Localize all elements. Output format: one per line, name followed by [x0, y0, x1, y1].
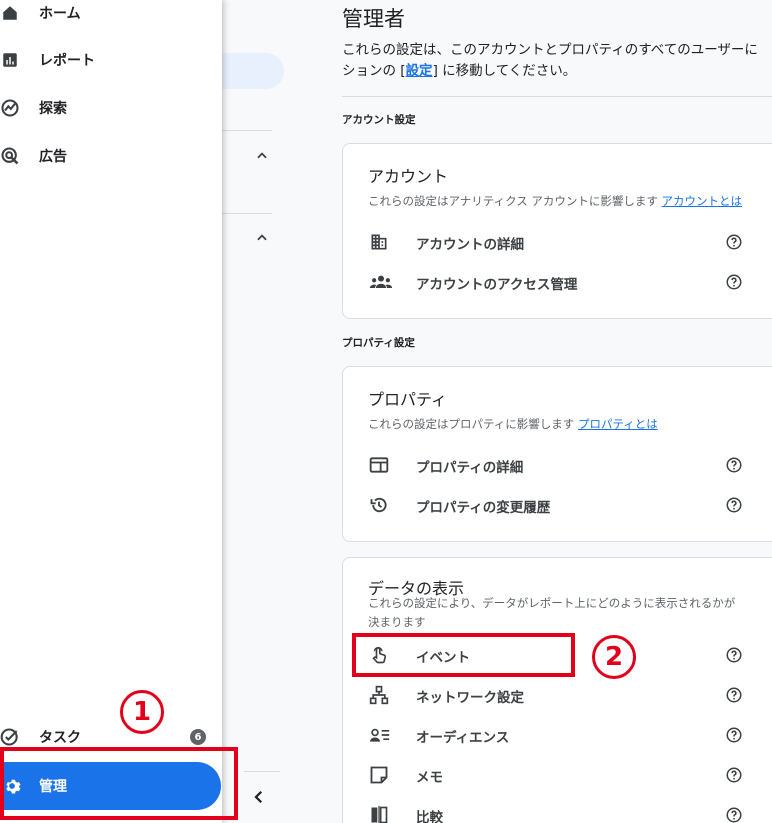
home-icon: [0, 3, 20, 23]
note-icon: [369, 765, 389, 785]
selected-item-highlight[interactable]: [212, 53, 284, 89]
account-settings-heading: アカウント設定: [342, 114, 416, 126]
card-description: これらの設定はアナリティクス アカウントに影響します アカウントとは: [368, 194, 743, 208]
nav-item-advertising[interactable]: 広告: [0, 138, 67, 174]
property-card: プロパティ これらの設定はプロパティに影響します プロパティとは プロパティの詳…: [342, 366, 772, 542]
divider: [222, 130, 272, 131]
card-description: これらの設定はプロパティに影響します プロパティとは: [368, 417, 658, 431]
left-navigation: ホーム レポート 探索 広告 タスク 6 管理: [0, 0, 222, 823]
annotation-step-1: 1: [120, 690, 164, 734]
page-title: 管理者: [342, 7, 405, 31]
what-is-account-link[interactable]: アカウントとは: [662, 194, 743, 208]
nav-item-explore[interactable]: 探索: [0, 90, 67, 126]
nav-item-label: 広告: [39, 149, 67, 165]
property-change-history-row[interactable]: プロパティの変更履歴: [343, 485, 772, 525]
network-icon: [369, 685, 389, 705]
nav-item-label: レポート: [39, 53, 95, 69]
help-icon[interactable]: [725, 806, 743, 823]
network-settings-row[interactable]: ネットワーク設定: [343, 675, 772, 715]
account-details-row[interactable]: アカウントの詳細: [343, 222, 772, 262]
settings-link[interactable]: 設定: [406, 63, 433, 79]
history-icon: [369, 495, 389, 515]
what-is-property-link[interactable]: プロパティとは: [578, 417, 658, 431]
card-title: プロパティ: [368, 390, 448, 409]
secondary-panel: [212, 0, 320, 823]
row-label: ネットワーク設定: [416, 690, 524, 706]
nav-item-home[interactable]: ホーム: [0, 0, 81, 31]
advertising-icon: [0, 146, 20, 166]
property-window-icon: [369, 455, 389, 475]
annotation-step-2: 2: [592, 635, 636, 679]
help-icon[interactable]: [725, 233, 743, 251]
comparisons-row[interactable]: 比較: [343, 795, 772, 823]
row-label: 比較: [416, 810, 443, 823]
row-label: オーディエンス: [416, 730, 510, 746]
notes-row[interactable]: メモ: [343, 755, 772, 795]
collapse-chevron-left-icon[interactable]: [250, 788, 268, 806]
chevron-up-icon[interactable]: [255, 148, 269, 162]
nav-item-label: 探索: [39, 101, 67, 117]
help-icon[interactable]: [725, 686, 743, 704]
audiences-row[interactable]: オーディエンス: [343, 715, 772, 755]
page-description: これらの設定は、このアカウントとプロパティのすべてのユーザーに ションの [設定…: [342, 42, 758, 79]
property-settings-heading: プロパティ設定: [342, 337, 415, 349]
account-card: アカウント これらの設定はアナリティクス アカウントに影響します アカウントとは…: [342, 143, 772, 319]
explore-icon: [0, 98, 20, 118]
help-icon[interactable]: [725, 646, 743, 664]
card-title: アカウント: [368, 167, 449, 186]
nav-item-reports[interactable]: レポート: [0, 42, 95, 78]
admin-main-content: 管理者 これらの設定は、このアカウントとプロパティのすべてのユーザーに ションの…: [320, 0, 772, 823]
reports-icon: [0, 50, 20, 70]
people-icon: [369, 272, 393, 292]
account-access-management-row[interactable]: アカウントのアクセス管理: [343, 262, 772, 302]
help-icon[interactable]: [725, 273, 743, 291]
card-description: これらの設定により、データがレポート上にどのように表示されるかが決まります: [368, 596, 736, 629]
chevron-up-icon[interactable]: [255, 230, 269, 244]
help-icon[interactable]: [725, 766, 743, 784]
annotation-box-events: [352, 633, 575, 677]
help-icon[interactable]: [725, 456, 743, 474]
audience-icon: [369, 725, 390, 745]
divider: [342, 96, 772, 97]
data-display-card: データの表示 これらの設定により、データがレポート上にどのように表示されるかが決…: [342, 557, 772, 823]
building-icon: [369, 232, 389, 252]
property-details-row[interactable]: プロパティの詳細: [343, 445, 772, 485]
nav-item-label: タスク: [39, 730, 81, 746]
row-label: アカウントの詳細: [416, 237, 524, 253]
task-check-icon: [0, 727, 20, 747]
divider: [222, 213, 272, 214]
row-label: アカウントのアクセス管理: [416, 277, 578, 293]
row-label: メモ: [416, 770, 443, 786]
row-label: プロパティの詳細: [416, 460, 524, 476]
divider: [244, 771, 280, 772]
row-label: プロパティの変更履歴: [416, 500, 551, 516]
nav-item-label: ホーム: [39, 6, 81, 22]
compare-icon: [369, 805, 389, 823]
help-icon[interactable]: [725, 496, 743, 514]
tasks-count-badge: 6: [190, 729, 206, 745]
help-icon[interactable]: [725, 726, 743, 744]
annotation-box-admin: [0, 747, 238, 820]
